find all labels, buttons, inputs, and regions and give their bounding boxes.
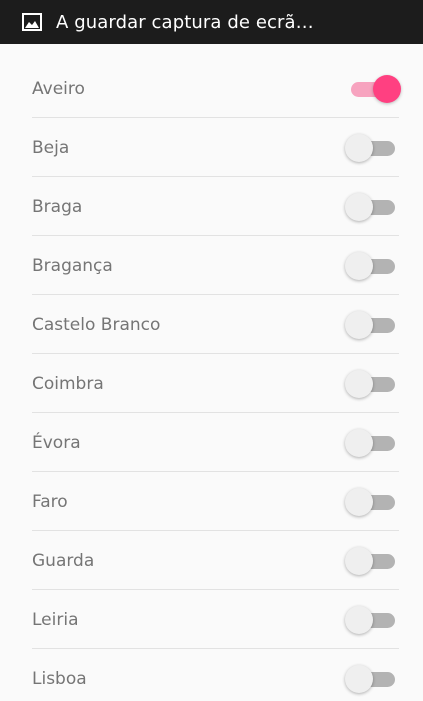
district-toggle[interactable] bbox=[345, 487, 401, 516]
status-bar: A guardar captura de ecrã… bbox=[0, 0, 423, 44]
district-toggle[interactable] bbox=[345, 310, 401, 339]
list-item: Évora bbox=[0, 413, 423, 472]
district-label: Braga bbox=[32, 196, 83, 217]
image-icon bbox=[22, 13, 42, 31]
district-list[interactable]: Aveiro Beja Braga Bragança Castelo Branc bbox=[0, 44, 423, 701]
district-toggle[interactable] bbox=[345, 74, 401, 103]
toggle-thumb bbox=[345, 251, 373, 280]
list-item: Beja bbox=[0, 118, 423, 177]
list-item: Guarda bbox=[0, 531, 423, 590]
district-toggle[interactable] bbox=[345, 664, 401, 693]
district-label: Faro bbox=[32, 491, 68, 512]
list-item: Braga bbox=[0, 177, 423, 236]
district-label: Aveiro bbox=[32, 78, 85, 99]
toggle-thumb bbox=[345, 605, 373, 634]
district-label: Bragança bbox=[32, 255, 113, 276]
district-label: Coimbra bbox=[32, 373, 104, 394]
status-notification-text: A guardar captura de ecrã… bbox=[56, 11, 314, 33]
list-item: Leiria bbox=[0, 590, 423, 649]
toggle-thumb bbox=[345, 487, 373, 516]
list-item: Castelo Branco bbox=[0, 295, 423, 354]
district-toggle[interactable] bbox=[345, 546, 401, 575]
district-toggle[interactable] bbox=[345, 369, 401, 398]
district-toggle[interactable] bbox=[345, 133, 401, 162]
district-label: Évora bbox=[32, 432, 81, 453]
list-item: Aveiro bbox=[0, 59, 423, 118]
toggle-thumb bbox=[345, 369, 373, 398]
toggle-thumb bbox=[345, 428, 373, 457]
toggle-thumb bbox=[345, 664, 373, 693]
list-item: Coimbra bbox=[0, 354, 423, 413]
district-label: Beja bbox=[32, 137, 70, 158]
district-toggle[interactable] bbox=[345, 192, 401, 221]
list-item: Bragança bbox=[0, 236, 423, 295]
toggle-thumb bbox=[345, 133, 373, 162]
list-item: Lisboa bbox=[0, 649, 423, 701]
toggle-thumb bbox=[345, 192, 373, 221]
district-label: Guarda bbox=[32, 550, 95, 571]
list-item: Faro bbox=[0, 472, 423, 531]
district-label: Leiria bbox=[32, 609, 79, 630]
toggle-thumb bbox=[373, 74, 401, 103]
district-toggle[interactable] bbox=[345, 251, 401, 280]
district-label: Castelo Branco bbox=[32, 314, 161, 335]
toggle-thumb bbox=[345, 310, 373, 339]
toggle-thumb bbox=[345, 546, 373, 575]
district-label: Lisboa bbox=[32, 668, 87, 689]
district-toggle[interactable] bbox=[345, 605, 401, 634]
district-toggle[interactable] bbox=[345, 428, 401, 457]
